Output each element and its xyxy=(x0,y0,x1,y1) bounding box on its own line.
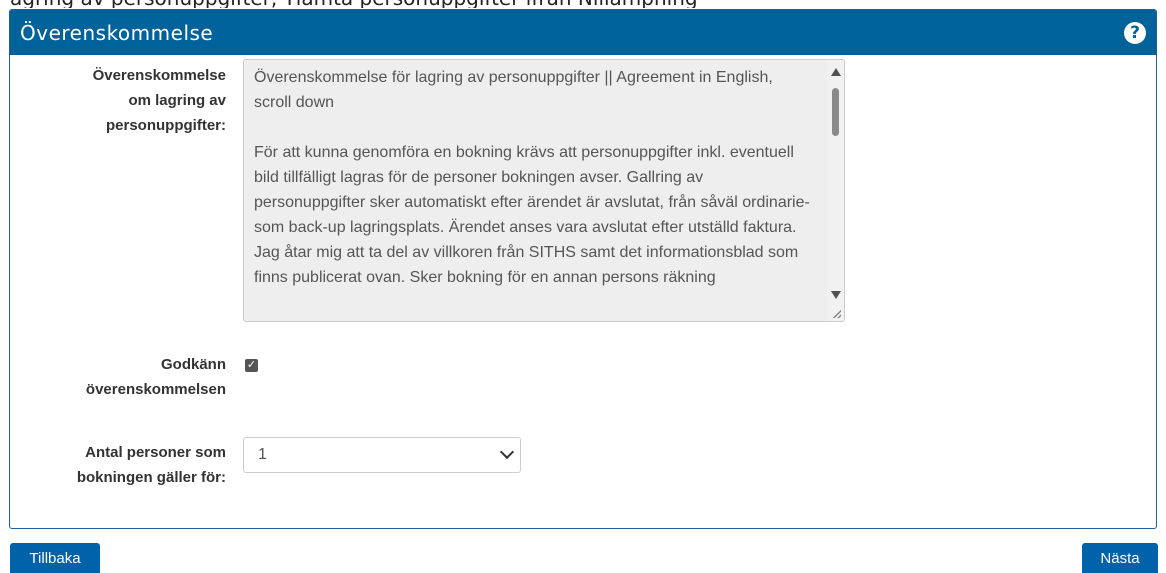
agreement-panel: Överenskommelse ? Överenskommelse om lag… xyxy=(9,9,1157,529)
approve-label: Godkänn överenskommelsen xyxy=(85,356,226,398)
agreement-text: Överenskommelse för lagring av personupp… xyxy=(254,69,810,286)
chevron-down-icon xyxy=(499,444,515,460)
persons-select[interactable]: 1 xyxy=(243,437,521,473)
persons-label-wrap: Antal personer som bokningen gäller för: xyxy=(30,440,226,500)
resize-handle-icon[interactable] xyxy=(832,309,841,318)
agreement-textarea[interactable]: Överenskommelse för lagring av personupp… xyxy=(243,59,845,322)
agreement-scrollbar[interactable] xyxy=(827,60,844,321)
persons-select-value: 1 xyxy=(258,446,267,463)
agreement-label-wrap: Överenskommelse om lagring av personuppg… xyxy=(30,63,226,143)
panel-header: Överenskommelse ? xyxy=(10,10,1156,55)
help-icon[interactable]: ? xyxy=(1124,21,1146,44)
approve-checkbox[interactable]: ✓ xyxy=(245,359,258,372)
persons-label: Antal personer som bokningen gäller för: xyxy=(76,444,226,486)
scroll-down-arrow-icon[interactable] xyxy=(831,291,841,299)
back-button[interactable]: Tillbaka xyxy=(10,543,100,573)
next-button[interactable]: Nästa xyxy=(1082,543,1158,573)
cropped-top-text: agring av personuppgifter, Tlamta person… xyxy=(0,0,1166,8)
scroll-thumb[interactable] xyxy=(832,88,839,136)
agreement-label: Överenskommelse om lagring av personuppg… xyxy=(92,67,226,134)
cropped-top-text-content: agring av personuppgifter, Tlamta person… xyxy=(10,0,698,8)
approve-label-wrap: Godkänn överenskommelsen xyxy=(30,352,226,412)
scroll-up-arrow-icon[interactable] xyxy=(831,68,841,76)
panel-title: Överenskommelse xyxy=(20,20,214,45)
